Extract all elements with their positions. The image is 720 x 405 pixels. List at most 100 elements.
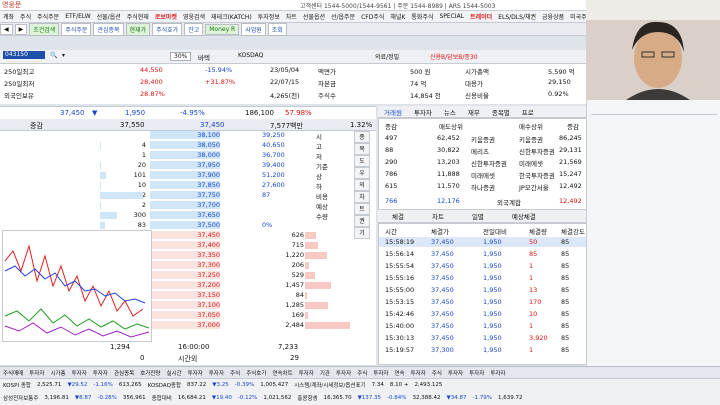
bid-price[interactable]: 37,050 xyxy=(150,311,220,319)
taskbar-item[interactable]: 투자자 xyxy=(26,369,47,377)
ask-price[interactable]: 37,750 xyxy=(150,191,220,199)
toolbar-button[interactable]: 주식주문 xyxy=(61,23,91,36)
bid-price[interactable]: 37,150 xyxy=(150,291,220,299)
tick-row[interactable]: 15:56:1437,4501,9508585 xyxy=(379,249,587,259)
tick-row[interactable]: 15:58:1937,4501,9505085 xyxy=(379,237,587,247)
taskbar-item[interactable]: 연속차트 xyxy=(269,369,295,377)
bid-price[interactable]: 37,000 xyxy=(150,321,220,329)
tick-row[interactable]: 15:30:1337,4501,9503,92085 xyxy=(379,333,587,343)
taskbar-item[interactable]: 시가총 xyxy=(47,369,68,377)
ask-row[interactable]: 77237,75087비용 xyxy=(0,191,376,201)
taskbar-item[interactable]: 기관 xyxy=(317,369,333,377)
ask-price[interactable]: 37,500 xyxy=(150,221,220,229)
back-icon[interactable]: ◀ xyxy=(0,24,13,35)
sell-broker[interactable]: 신한투자증권 xyxy=(471,158,507,168)
tab-2[interactable]: 뉴스 xyxy=(438,107,462,117)
menu-item[interactable]: CFD주식 xyxy=(358,12,387,21)
tab-4[interactable]: 종목별 xyxy=(486,107,516,117)
taskbar-item[interactable]: 투자자 xyxy=(466,369,487,377)
side-button[interactable]: 목 xyxy=(354,143,370,155)
taskbar-item[interactable]: 투자자 xyxy=(333,369,354,377)
menu-item[interactable]: 주식주문 xyxy=(34,12,62,21)
mini-chart[interactable] xyxy=(2,230,152,342)
toolbar-button[interactable]: 조건검색 xyxy=(29,23,59,36)
ask-row[interactable]: 2037,95039,400기준 xyxy=(0,161,376,171)
menu-item[interactable]: 주식현재 xyxy=(124,12,152,21)
menu-item[interactable]: 재테크(KATCH) xyxy=(208,12,255,21)
tick-row[interactable]: 15:55:1637,4501,950185 xyxy=(379,273,587,283)
tick-row[interactable]: 15:55:5437,4501,950185 xyxy=(379,261,587,271)
taskbar-item[interactable]: 연속 xyxy=(392,369,408,377)
ask-price[interactable]: 37,850 xyxy=(150,181,220,189)
side-button[interactable]: 도 xyxy=(354,155,370,167)
side-button[interactable]: 차 xyxy=(354,191,370,203)
subtab-3[interactable]: 예상체결 xyxy=(498,211,550,221)
tick-row[interactable]: 15:42:4637,4501,9501085 xyxy=(379,309,587,319)
ask-price[interactable]: 37,650 xyxy=(150,211,220,219)
taskbar-item[interactable]: 실시간 xyxy=(164,369,185,377)
buy-broker[interactable]: 한국투자증권 xyxy=(519,170,555,180)
menu-item[interactable]: 투자정보 xyxy=(255,12,283,21)
ask-price[interactable]: 37,950 xyxy=(150,161,220,169)
sell-broker[interactable]: 메리츠 xyxy=(471,146,489,156)
ask-row[interactable]: 30037,650수량 xyxy=(0,211,376,221)
taskbar-item[interactable]: 주식 xyxy=(227,369,243,377)
taskbar-item[interactable]: 주식매매 xyxy=(0,369,26,377)
taskbar-item[interactable]: 투자자 xyxy=(69,369,90,377)
buy-broker[interactable]: 키움증권 xyxy=(519,134,543,144)
side-button[interactable]: 권 xyxy=(354,215,370,227)
tab-1[interactable]: 투자자 xyxy=(408,107,438,117)
ask-price[interactable]: 37,700 xyxy=(150,201,220,209)
bid-price[interactable]: 37,200 xyxy=(150,281,220,289)
ask-row[interactable]: 10137,90051,200상 xyxy=(0,171,376,181)
ask-row[interactable]: 1037,85027,600하 xyxy=(0,181,376,191)
bid-price[interactable]: 37,100 xyxy=(150,301,220,309)
taskbar-item[interactable]: 주식호가 xyxy=(243,369,269,377)
taskbar-item[interactable]: 투자자 xyxy=(185,369,206,377)
tick-row[interactable]: 15:55:0037,4501,9501385 xyxy=(379,285,587,295)
taskbar-item[interactable]: 투자자 xyxy=(90,369,111,377)
ask-price[interactable]: 38,100 xyxy=(150,131,220,139)
taskbar-item[interactable]: 투자자 xyxy=(408,369,429,377)
side-button[interactable]: 우 xyxy=(354,167,370,179)
taskbar-item[interactable]: 관심종목 xyxy=(111,369,137,377)
toolbar-button[interactable]: 조회 xyxy=(268,23,287,36)
sell-broker[interactable]: 하나증권 xyxy=(471,182,495,192)
menu-item[interactable]: ELS/DLS/채권 xyxy=(495,12,539,21)
forward-icon[interactable]: ▶ xyxy=(15,24,28,35)
side-button[interactable]: 의 xyxy=(354,179,370,191)
bid-price[interactable]: 37,350 xyxy=(150,251,220,259)
taskbar-item[interactable]: 투자자 xyxy=(370,369,391,377)
menu-item[interactable]: 차트 xyxy=(283,12,300,21)
tick-row[interactable]: 15:53:1537,4501,95017085 xyxy=(379,297,587,307)
subtab-2[interactable]: 일별 xyxy=(458,211,498,221)
menu-item[interactable]: 통화주식 xyxy=(408,12,436,21)
menu-item[interactable]: 채널K xyxy=(387,12,408,21)
menu-item[interactable]: 금융상품 xyxy=(539,12,567,21)
taskbar-item[interactable]: 투자자 xyxy=(296,369,317,377)
buy-broker[interactable]: 신한투자증권 xyxy=(519,146,555,156)
menu-item[interactable]: 트레이더 xyxy=(467,12,495,21)
bid-price[interactable]: 37,300 xyxy=(150,261,220,269)
sell-broker[interactable]: 키움증권 xyxy=(471,134,495,144)
menu-item[interactable]: 주식 xyxy=(17,12,34,21)
stock-code-input[interactable]: 043150 xyxy=(3,51,45,59)
tick-row[interactable]: 15:19:5737,3001,950185 xyxy=(379,345,587,355)
side-button[interactable]: 트 xyxy=(354,203,370,215)
menu-item[interactable]: 선물옵션 xyxy=(300,12,328,21)
taskbar-item[interactable]: 투자자 xyxy=(206,369,227,377)
menu-item[interactable]: 영웅검색 xyxy=(180,12,208,21)
menu-item[interactable]: ETF/ELW xyxy=(62,13,93,20)
search-icon[interactable]: 🔍 xyxy=(50,52,57,59)
percent-box[interactable]: 30% xyxy=(170,52,191,61)
dropdown-chevron-icon[interactable]: ▾ xyxy=(62,52,65,59)
tab-3[interactable]: 재무 xyxy=(462,107,486,117)
ask-row[interactable]: 38,10039,250시 xyxy=(0,131,376,141)
ask-price[interactable]: 38,000 xyxy=(150,151,220,159)
buy-broker[interactable]: 미래에셋 xyxy=(519,158,543,168)
toolbar-button[interactable]: Money R xyxy=(205,24,239,35)
menu-item[interactable]: 로보마켓 xyxy=(152,12,180,21)
ask-row[interactable]: 438,05040,650고 xyxy=(0,141,376,151)
toolbar-button[interactable]: 사업원 xyxy=(241,23,266,36)
taskbar-item[interactable]: 투자자 xyxy=(445,369,466,377)
